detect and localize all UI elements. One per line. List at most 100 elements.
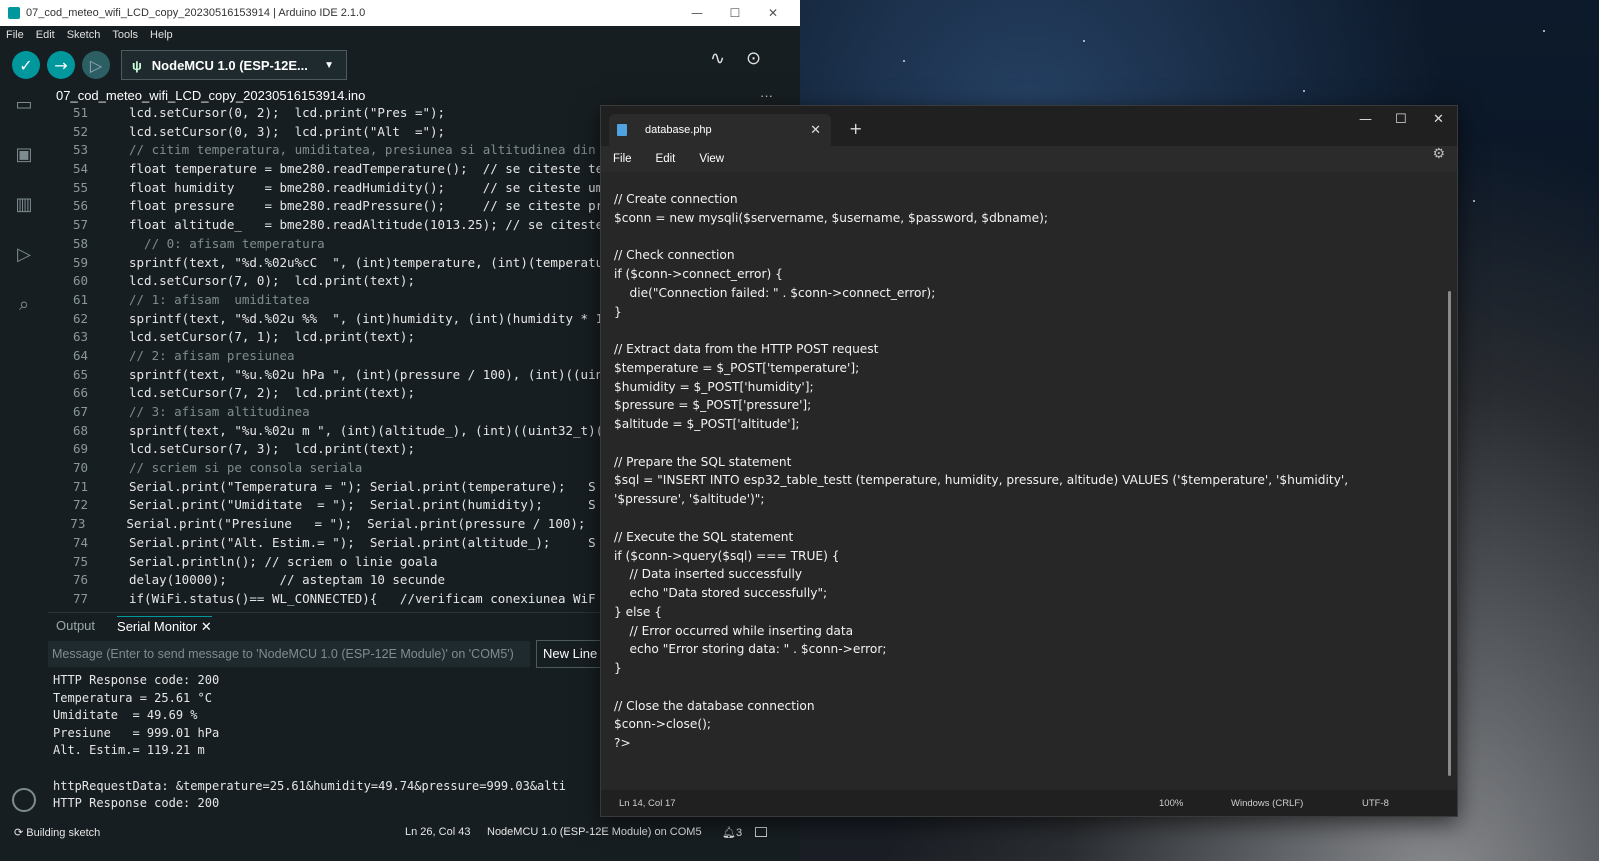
close-button[interactable]: ✕	[754, 6, 792, 20]
serial-line: Temperatura = 25.61 °C	[53, 690, 212, 705]
text-line: $pressure = $_POST['pressure'];	[614, 398, 812, 413]
code-line: 72 Serial.print("Umiditate = "); Serial.p…	[48, 496, 608, 515]
serial-output: HTTP Response code: 200 Temperatura = 25.…	[48, 672, 608, 820]
minimize-button[interactable]: —	[678, 6, 716, 20]
arduino-window-title: 07_cod_meteo_wifi_LCD_copy_2023051615391…	[26, 7, 366, 19]
notepad-menubar: File Edit View	[601, 146, 1457, 172]
cursor-position: Ln 14, Col 17	[619, 798, 676, 809]
notepad-statusbar: Ln 14, Col 17 100% Windows (CRLF) UTF-8	[601, 790, 1457, 816]
menu-edit[interactable]: Edit	[36, 29, 55, 41]
code-text: // 1: afisam umiditatea	[129, 291, 310, 307]
menu-edit[interactable]: Edit	[656, 153, 676, 165]
notepad-tab[interactable]: database.php ✕	[609, 114, 831, 146]
text-line: }	[614, 304, 622, 319]
code-text: float altitude_ = bme280.readAltitude(10…	[129, 217, 604, 233]
menu-help[interactable]: Help	[150, 29, 173, 41]
text-line: $temperature = $_POST['temperature'];	[614, 360, 860, 375]
text-line: } else {	[614, 604, 662, 619]
library-icon[interactable]: ▥	[12, 194, 36, 216]
text-line: $sql = "INSERT INTO esp32_table_testt (t…	[614, 473, 1349, 488]
menu-file[interactable]: File	[6, 29, 24, 41]
menu-file[interactable]: File	[613, 153, 632, 165]
line-number: 51	[72, 105, 88, 120]
code-line: 73 Serial.print("Presiune = "); Serial.pr…	[48, 515, 608, 534]
arduino-app-icon	[8, 7, 20, 19]
more-options-icon[interactable]: ···	[760, 86, 773, 106]
notifications-icon[interactable]: 🔔︎3	[722, 826, 742, 839]
upload-button[interactable]: →	[47, 51, 75, 79]
code-text: lcd.setCursor(7, 3); lcd.print(text);	[129, 441, 415, 457]
debug-sidebar-icon[interactable]: ▷	[12, 244, 36, 266]
account-icon[interactable]	[12, 788, 36, 812]
code-text: Serial.print("Presiune = "); Serial.prin…	[126, 516, 608, 532]
text-line: '$pressure', '$altitude')";	[614, 492, 765, 507]
notepad-text-area[interactable]: // Create connection $conn = new mysqli($…	[601, 172, 1457, 792]
line-number: 69	[72, 441, 88, 457]
folder-icon[interactable]: ▭	[12, 94, 36, 116]
vertical-scrollbar[interactable]	[1448, 291, 1451, 776]
tab-serial-monitor[interactable]: Serial Monitor ✕	[117, 616, 212, 635]
cursor-position: Ln 26, Col 43	[405, 826, 471, 838]
serial-plotter-icon[interactable]: ∿	[710, 48, 725, 69]
line-number: 76	[72, 572, 88, 588]
code-text: lcd.setCursor(7, 0); lcd.print(text);	[129, 273, 415, 289]
close-icon[interactable]: ✕	[201, 619, 212, 634]
line-number: 74	[72, 534, 88, 550]
text-line: // Extract data from the HTTP POST reque…	[614, 342, 879, 357]
line-number: 67	[72, 404, 88, 419]
document-icon	[617, 124, 627, 136]
menu-sketch[interactable]: Sketch	[67, 29, 101, 41]
file-tab-label: 07_cod_meteo_wifi_LCD_copy_2023051615391…	[56, 88, 366, 103]
arduino-menubar: File Edit Sketch Tools Help	[0, 26, 800, 44]
line-number: 62	[72, 310, 88, 326]
maximize-button[interactable]: ☐	[1395, 112, 1407, 127]
notepad-tab-title: database.php	[645, 124, 712, 136]
text-line	[614, 228, 1457, 247]
code-line: 64 // 2: afisam presiunea	[48, 347, 608, 366]
verify-button[interactable]: ✓	[12, 51, 40, 79]
code-text: if(WiFi.status()== WL_CONNECTED){ //veri…	[129, 590, 596, 606]
line-number: 58	[72, 235, 88, 251]
line-number: 70	[72, 460, 88, 476]
gear-icon[interactable]: ⚙	[1432, 146, 1445, 162]
maximize-button[interactable]: ☐	[716, 6, 754, 20]
board-manager-icon[interactable]: ▣	[12, 144, 36, 166]
serial-line: HTTP Response code: 200	[53, 673, 220, 687]
code-text: lcd.setCursor(0, 3); lcd.print("Alt =");	[129, 123, 446, 139]
arrow-right-icon: →	[54, 55, 68, 75]
board-selector[interactable]: ψ NodeMCU 1.0 (ESP-12E... ▼	[121, 50, 347, 80]
text-line: if ($conn->query($sql) === TRUE) {	[614, 548, 840, 563]
menu-view[interactable]: View	[699, 153, 724, 165]
code-editor[interactable]: 51 lcd.setCursor(0, 2); lcd.print("Pres =…	[48, 104, 608, 610]
line-ending-select[interactable]: New Line	[536, 640, 605, 668]
code-line: 57 float altitude_ = bme280.readAltitude(…	[48, 216, 608, 235]
tab-serial-monitor-label: Serial Monitor	[117, 619, 198, 634]
tab-output[interactable]: Output	[56, 618, 95, 633]
arduino-toolbar: ✓ → ▷ ψ NodeMCU 1.0 (ESP-12E... ▼	[0, 44, 800, 86]
serial-line: Presiune = 999.01 hPa	[53, 725, 220, 740]
search-icon[interactable]: ⌕	[12, 294, 36, 316]
serial-monitor-icon[interactable]: ⊙	[746, 48, 761, 69]
text-line	[614, 678, 1457, 697]
menu-tools[interactable]: Tools	[112, 29, 138, 41]
minimize-button[interactable]: —	[1359, 112, 1372, 127]
toggle-panel-icon[interactable]	[755, 827, 767, 837]
star	[903, 60, 905, 62]
code-text: lcd.setCursor(7, 1); lcd.print(text);	[129, 329, 415, 345]
notepad-window: database.php ✕ + — ☐ ✕ File Edit View ⚙ …	[600, 105, 1458, 817]
build-status: ⟳ Building sketch	[14, 826, 101, 839]
new-tab-icon[interactable]: +	[849, 119, 862, 138]
text-line: if ($conn->connect_error) {	[614, 267, 783, 282]
close-button[interactable]: ✕	[1433, 112, 1444, 127]
code-text: sprintf(text, "%d.%02u %% ", (int)humidi…	[129, 310, 604, 326]
text-line	[614, 321, 1457, 340]
board-port-status[interactable]: NodeMCU 1.0 (ESP-12E Module) on COM5	[487, 826, 702, 838]
board-selector-label: NodeMCU 1.0 (ESP-12E...	[151, 57, 308, 73]
serial-message-input[interactable]: Message (Enter to send message to 'NodeM…	[48, 641, 530, 667]
close-tab-icon[interactable]: ✕	[810, 122, 821, 138]
serial-line: Umiditate = 49.69 %	[53, 708, 198, 723]
code-line: 51 lcd.setCursor(0, 2); lcd.print("Pres =…	[48, 104, 608, 123]
code-text: float pressure = bme280.readPressure(); …	[129, 198, 604, 214]
line-ending: Windows (CRLF)	[1231, 798, 1304, 809]
debug-button[interactable]: ▷	[82, 51, 110, 79]
